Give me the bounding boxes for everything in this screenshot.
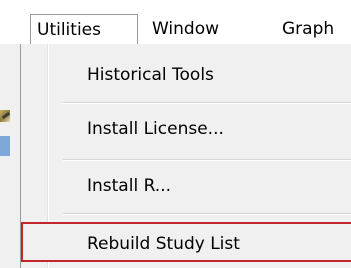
menu-item-install-r[interactable]: Install R... (21, 166, 351, 206)
menu-separator (63, 159, 351, 161)
menu-separator (63, 102, 351, 104)
menu-utilities[interactable]: Utilities (30, 14, 138, 44)
menu-window[interactable]: Window (146, 14, 252, 44)
background-selection-strip (0, 136, 10, 156)
menu-item-install-license[interactable]: Install License... (21, 109, 351, 149)
menu-bar: Utilities Window Graph (0, 0, 351, 44)
menu-graph[interactable]: Graph (276, 14, 351, 44)
menu-item-rebuild-study-list[interactable]: Rebuild Study List (21, 222, 351, 262)
app-screen: Utilities Window Graph Historical Tools … (0, 0, 351, 268)
utilities-dropdown: Historical Tools Install License... Inst… (20, 44, 351, 268)
menu-separator (63, 213, 351, 215)
menu-item-historical-tools[interactable]: Historical Tools (21, 55, 351, 95)
toolbar-edit-icon (0, 110, 10, 122)
background-window (0, 44, 20, 268)
